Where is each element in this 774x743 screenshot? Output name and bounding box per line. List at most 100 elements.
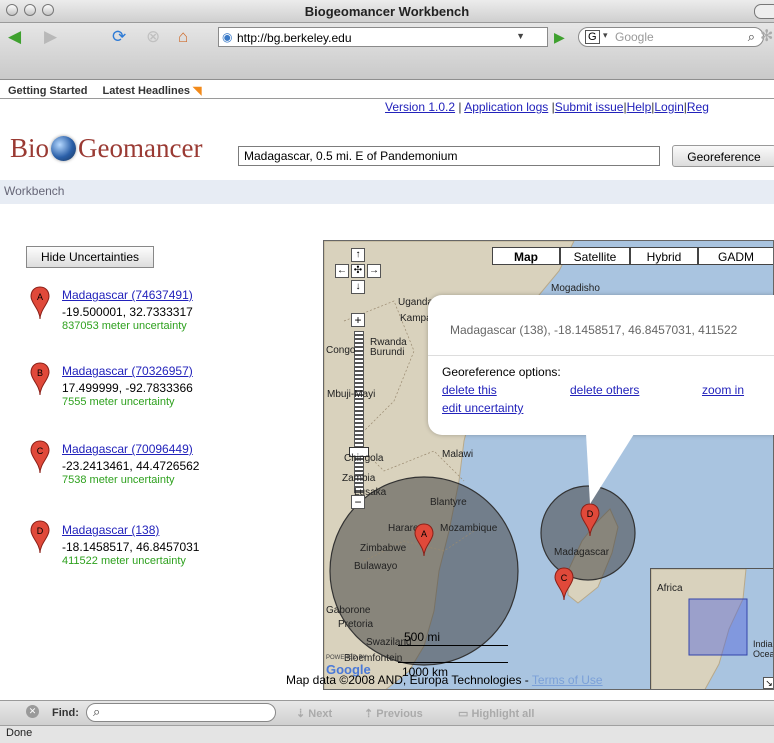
find-label: Find: (52, 707, 79, 719)
powered-by-label: POWERED BY (326, 655, 367, 661)
forward-arrow-icon[interactable]: ▶ (44, 26, 57, 48)
version-link[interactable]: Version 1.0.2 (385, 100, 455, 114)
terms-of-use-link[interactable]: Terms of Use (532, 673, 603, 687)
marker-d-icon[interactable]: D (30, 520, 50, 554)
close-find-icon[interactable]: ✕ (26, 705, 39, 718)
highlight-all-button[interactable]: ▭ Highlight all (458, 707, 534, 720)
application-logs-link[interactable]: Application logs (464, 100, 548, 114)
home-icon[interactable]: ⌂ (178, 26, 188, 48)
content-top-divider (0, 98, 774, 99)
next-arrow-icon: ⇣ (296, 708, 306, 720)
bookmark-getting-started[interactable]: Getting Started (8, 85, 87, 97)
map-marker-d-letter: D (587, 509, 594, 519)
zoom-slider-track[interactable] (354, 331, 364, 493)
map-marker-d-icon[interactable]: D (580, 503, 600, 537)
record-link[interactable]: Madagascar (74637491) (62, 288, 193, 302)
help-link[interactable]: Help (627, 100, 652, 114)
submit-issue-link[interactable]: Submit issue (555, 100, 624, 114)
bookmarks-bar: Getting Started Latest Headlines ◥ (8, 84, 201, 97)
record-link[interactable]: Madagascar (70326957) (62, 364, 193, 378)
edit-uncertainty-link[interactable]: edit uncertainty (442, 401, 523, 415)
record-uncertainty: 7538 meter uncertainty (62, 474, 175, 486)
address-bar[interactable]: ◉ http://bg.berkeley.edu ▼ (218, 27, 548, 47)
overview-label-africa: Africa (657, 583, 683, 594)
map-label: Mozambique (440, 523, 498, 534)
highlight-all-label: Highlight all (471, 708, 535, 720)
marker-c-letter: C (37, 446, 44, 456)
pan-down-icon[interactable]: ↓ (351, 280, 365, 294)
map-label: Pretoria (338, 619, 374, 630)
find-next-button[interactable]: ⇣ Next (296, 707, 332, 720)
georeference-options-label: Georeference options: (442, 365, 561, 379)
record-link[interactable]: Madagascar (70096449) (62, 442, 193, 456)
header-links: Version 1.0.2 | Application logs |Submit… (385, 100, 709, 114)
zoom-in-button[interactable]: + (351, 313, 365, 327)
map-label: Bulawayo (354, 561, 398, 572)
toolbar-toggle-button[interactable] (754, 4, 774, 19)
find-input[interactable]: ⌕ (86, 703, 276, 722)
map-label: Malawi (442, 449, 474, 460)
locality-query-input[interactable] (238, 146, 660, 166)
record-uncertainty: 7555 meter uncertainty (62, 396, 175, 408)
search-bar[interactable]: G ▾ Google ⌕ (578, 27, 764, 47)
delete-this-link[interactable]: delete this (442, 383, 497, 397)
marker-a-icon[interactable]: A (30, 286, 50, 320)
pan-up-icon[interactable]: ↑ (351, 248, 365, 262)
bookmark-latest-headlines[interactable]: Latest Headlines (103, 85, 190, 97)
status-bar (0, 725, 774, 743)
overview-toggle-icon[interactable]: ↘ (763, 677, 773, 689)
login-link[interactable]: Login (654, 100, 683, 114)
marker-c-icon[interactable]: C (30, 440, 50, 474)
map-marker-a-icon[interactable]: A (414, 523, 434, 557)
stop-icon[interactable]: ⊗ (146, 26, 160, 48)
map-marker-a-letter: A (421, 529, 427, 539)
search-engine-dropdown-icon[interactable]: ▾ (603, 30, 608, 41)
pan-right-icon[interactable]: → (367, 264, 381, 278)
info-bubble-divider (428, 355, 774, 356)
map-label: Burundi (370, 347, 405, 358)
search-magnifier-icon[interactable]: ⌕ (748, 29, 755, 45)
map-label: Mogadisho (551, 283, 600, 294)
map-label: Congo (326, 345, 356, 356)
workbench-bar (0, 180, 774, 204)
pan-center-icon[interactable]: ✣ (351, 264, 365, 278)
map-label: Lusaka (354, 487, 387, 498)
scale-bar-bottom (398, 662, 508, 663)
map-marker-c-icon[interactable]: C (554, 567, 574, 601)
map-label: Blantyre (430, 497, 467, 508)
marker-b-icon[interactable]: B (30, 362, 50, 396)
rss-feed-icon: ◥ (193, 85, 202, 97)
status-text: Done (6, 727, 33, 739)
reload-icon[interactable]: ⟳ (112, 26, 126, 48)
map-label: Zambia (342, 473, 376, 484)
logo-bio: Bio (10, 133, 50, 163)
go-arrow-icon[interactable]: ▶ (554, 29, 565, 46)
delete-others-link[interactable]: delete others (570, 383, 639, 397)
find-previous-button[interactable]: ⇡ Previous (364, 707, 423, 720)
record-uncertainty: 411522 meter uncertainty (62, 555, 186, 567)
map-label: Chingola (344, 453, 384, 464)
url-text: http://bg.berkeley.edu (237, 31, 352, 45)
map-type-hybrid[interactable]: Hybrid (630, 247, 698, 265)
overview-map[interactable]: Africa Indian Ocean ↘ (650, 568, 773, 689)
hide-uncertainties-button[interactable]: Hide Uncertainties (26, 246, 154, 268)
overview-viewport[interactable] (688, 598, 748, 656)
search-engine-label: Google (615, 30, 654, 44)
map-type-satellite[interactable]: Satellite (560, 247, 630, 265)
back-arrow-icon[interactable]: ◀ (8, 26, 21, 48)
globe-icon: ◉ (222, 30, 233, 44)
map-type-gadm[interactable]: GADM (698, 247, 773, 265)
activity-indicator-icon: ✻ (760, 28, 774, 45)
map-label: Madagascar (554, 547, 610, 558)
register-link[interactable]: Reg (687, 100, 709, 114)
map-type-map[interactable]: Map (492, 247, 560, 265)
workbench-label: Workbench (4, 184, 65, 198)
highlight-icon: ▭ (458, 708, 469, 720)
record-link[interactable]: Madagascar (138) (62, 523, 159, 537)
url-dropdown-icon[interactable]: ▼ (516, 31, 525, 41)
pan-left-icon[interactable]: ← (335, 264, 349, 278)
zoom-in-link[interactable]: zoom in (702, 383, 744, 397)
attribution-text: Map data ©2008 AND, Europa Technologies … (286, 673, 529, 687)
find-previous-label: Previous (376, 708, 423, 720)
georeference-button[interactable]: Georeference (672, 145, 774, 167)
